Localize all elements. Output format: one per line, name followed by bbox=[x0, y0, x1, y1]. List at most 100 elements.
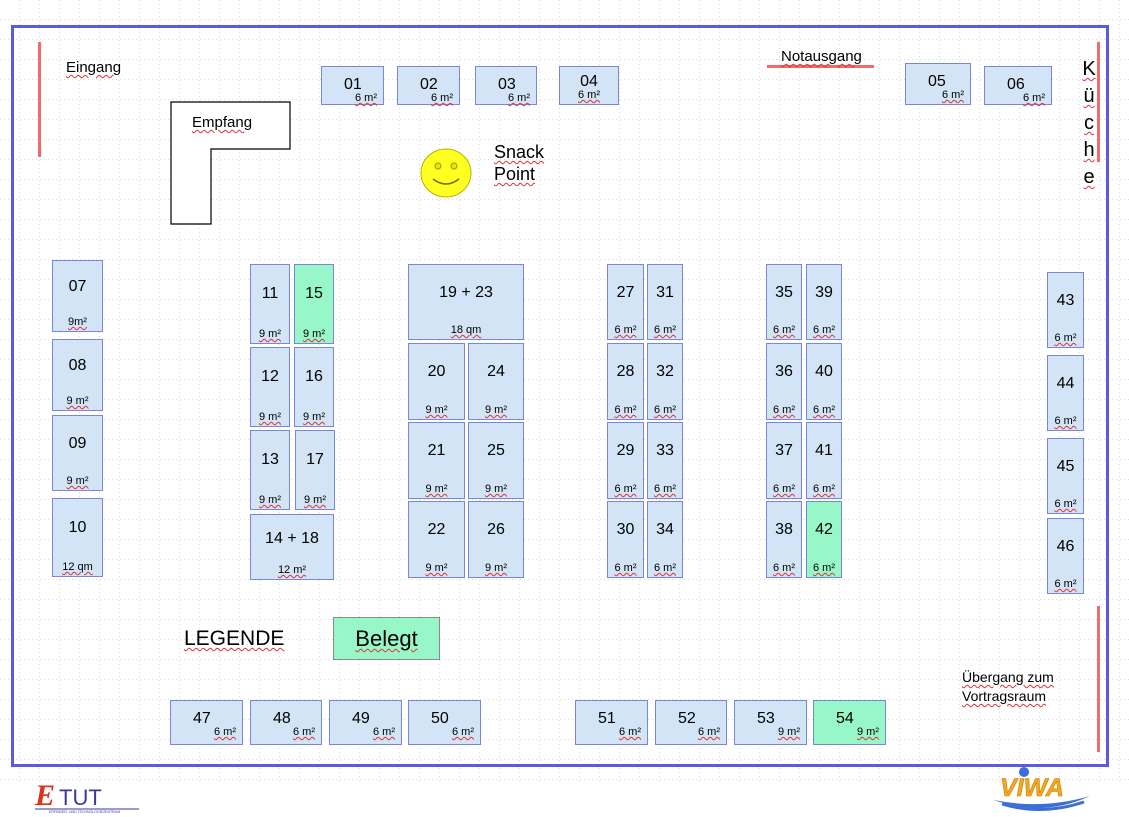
smiley-icon bbox=[420, 148, 472, 198]
stand-41[interactable]: 41 6 m² bbox=[806, 422, 842, 499]
stand-52[interactable]: 52 6 m² bbox=[655, 700, 727, 745]
stand-number: 33 bbox=[656, 442, 674, 459]
stand-35[interactable]: 35 6 m² bbox=[766, 264, 802, 340]
kitchen-letter: h bbox=[1083, 139, 1095, 161]
stand-49[interactable]: 49 6 m² bbox=[329, 700, 402, 745]
passage-label-1: Übergang zum bbox=[962, 669, 1054, 685]
stand-03[interactable]: 03 6 m² bbox=[475, 66, 537, 105]
stand-42[interactable]: 42 6 m² bbox=[806, 501, 842, 578]
stand-size-wrap: 6 m² bbox=[648, 562, 682, 574]
stand-number: 34 bbox=[656, 521, 674, 538]
stand-44[interactable]: 44 6 m² bbox=[1047, 355, 1084, 431]
stand-21[interactable]: 21 9 m² bbox=[408, 422, 465, 499]
etut-logo: E TUT ERFINDER- UND TECHNOLOGIEZENTRUM bbox=[34, 779, 139, 814]
stand-02[interactable]: 02 6 m² bbox=[397, 66, 460, 105]
stand-number: 20 bbox=[427, 363, 446, 380]
stand-54[interactable]: 54 9 m² bbox=[813, 700, 886, 745]
stand-size: 9 m² bbox=[425, 404, 448, 416]
stand-12[interactable]: 12 9 m² bbox=[250, 347, 290, 427]
stand-size: 6 m² bbox=[578, 89, 600, 101]
stand-05[interactable]: 05 6 m² bbox=[905, 63, 971, 105]
stand-32[interactable]: 32 6 m² bbox=[647, 343, 683, 420]
stand-43[interactable]: 43 6 m² bbox=[1047, 272, 1084, 348]
stand-27[interactable]: 27 6 m² bbox=[607, 264, 644, 340]
stand-number: 27 bbox=[616, 284, 635, 301]
stand-size: 9 m² bbox=[259, 494, 281, 506]
stand-37[interactable]: 37 6 m² bbox=[766, 422, 802, 499]
kitchen-letter: c bbox=[1084, 112, 1094, 134]
stand-01[interactable]: 01 6 m² bbox=[321, 66, 384, 105]
stand-size-wrap: 6 m² bbox=[942, 89, 964, 101]
entrance-label: Eingang bbox=[66, 59, 122, 76]
stand-size: 9 m² bbox=[485, 404, 507, 416]
stand-size-wrap: 6 m² bbox=[452, 726, 474, 738]
stand-number: 40 bbox=[815, 363, 833, 380]
stand-28[interactable]: 28 6 m² bbox=[607, 343, 644, 420]
stand-10[interactable]: 10 12 qm bbox=[52, 498, 103, 577]
stand-size: 18 qm bbox=[450, 324, 482, 336]
stand-22[interactable]: 22 9 m² bbox=[408, 501, 465, 578]
stand-20[interactable]: 20 9 m² bbox=[408, 343, 465, 420]
stand-size: 9 m² bbox=[303, 328, 325, 340]
stand-04[interactable]: 04 6 m² bbox=[559, 66, 619, 105]
stand-number: 15 bbox=[305, 285, 323, 302]
stand-number: 14 + 18 bbox=[265, 530, 319, 547]
svg-text:ERFINDER- UND TECHNOLOGIEZENTR: ERFINDER- UND TECHNOLOGIEZENTRUM bbox=[49, 810, 120, 814]
stand-size-wrap: 6 m² bbox=[807, 562, 841, 574]
stand-16[interactable]: 16 9 m² bbox=[294, 347, 334, 427]
stand-number: 12 bbox=[261, 368, 279, 385]
stand-19-23[interactable]: 19 + 23 18 qm bbox=[408, 264, 524, 340]
stand-45[interactable]: 45 6 m² bbox=[1047, 438, 1084, 514]
stand-31[interactable]: 31 6 m² bbox=[647, 264, 683, 340]
stand-30[interactable]: 30 6 m² bbox=[607, 501, 644, 578]
stand-08[interactable]: 08 9 m² bbox=[52, 339, 103, 411]
stand-size-wrap: 9 m² bbox=[251, 411, 289, 423]
stand-29[interactable]: 29 6 m² bbox=[607, 422, 644, 499]
stand-25[interactable]: 25 9 m² bbox=[468, 422, 524, 499]
stand-40[interactable]: 40 6 m² bbox=[806, 343, 842, 420]
stand-24[interactable]: 24 9 m² bbox=[468, 343, 524, 420]
stand-size-wrap: 9m² bbox=[53, 316, 102, 328]
stand-size: 12 qm bbox=[62, 561, 93, 573]
stand-number: 47 bbox=[193, 710, 211, 727]
stand-size-wrap: 6 m² bbox=[767, 483, 801, 495]
stand-size: 6 m² bbox=[773, 404, 795, 416]
snack-point-label-2: Point bbox=[494, 164, 536, 184]
stand-06[interactable]: 06 6 m² bbox=[984, 66, 1052, 105]
stand-50[interactable]: 50 6 m² bbox=[408, 700, 481, 745]
stand-size-wrap: 6 m² bbox=[373, 726, 395, 738]
stand-09[interactable]: 09 9 m² bbox=[52, 415, 103, 491]
stand-51[interactable]: 51 6 m² bbox=[575, 700, 648, 745]
stand-46[interactable]: 46 6 m² bbox=[1047, 518, 1084, 594]
stand-size: 9 m² bbox=[259, 328, 281, 340]
stand-size-wrap: 6 m² bbox=[355, 92, 377, 104]
stand-size-wrap: 6 m² bbox=[1023, 92, 1045, 104]
stand-number: 28 bbox=[616, 363, 635, 380]
stand-number: 07 bbox=[68, 278, 87, 295]
stand-size: 6 m² bbox=[214, 726, 236, 738]
stand-size: 6 m² bbox=[813, 483, 835, 495]
stand-number: 46 bbox=[1056, 538, 1075, 555]
stand-14-18[interactable]: 14 + 18 12 m² bbox=[250, 514, 334, 580]
stand-size-wrap: 6 m² bbox=[1048, 415, 1083, 427]
stand-07[interactable]: 07 9m² bbox=[52, 260, 103, 332]
stand-39[interactable]: 39 6 m² bbox=[806, 264, 842, 340]
stand-size: 9 m² bbox=[485, 562, 507, 574]
stand-33[interactable]: 33 6 m² bbox=[647, 422, 683, 499]
stand-15[interactable]: 15 9 m² bbox=[294, 264, 334, 344]
stand-17[interactable]: 17 9 m² bbox=[295, 430, 335, 510]
stand-13[interactable]: 13 9 m² bbox=[250, 430, 290, 510]
stand-11[interactable]: 11 9 m² bbox=[250, 264, 290, 344]
stand-number: 25 bbox=[487, 442, 505, 459]
stand-48[interactable]: 48 6 m² bbox=[250, 700, 322, 745]
stand-53[interactable]: 53 9 m² bbox=[734, 700, 807, 745]
stand-38[interactable]: 38 6 m² bbox=[766, 501, 802, 578]
stand-number: 31 bbox=[656, 284, 674, 301]
stand-number: 24 bbox=[487, 363, 505, 380]
stand-47[interactable]: 47 6 m² bbox=[170, 700, 243, 745]
stand-36[interactable]: 36 6 m² bbox=[766, 343, 802, 420]
stand-number: 19 + 23 bbox=[439, 284, 493, 301]
stand-34[interactable]: 34 6 m² bbox=[647, 501, 683, 578]
stand-size: 9 m² bbox=[66, 475, 89, 487]
stand-26[interactable]: 26 9 m² bbox=[468, 501, 524, 578]
